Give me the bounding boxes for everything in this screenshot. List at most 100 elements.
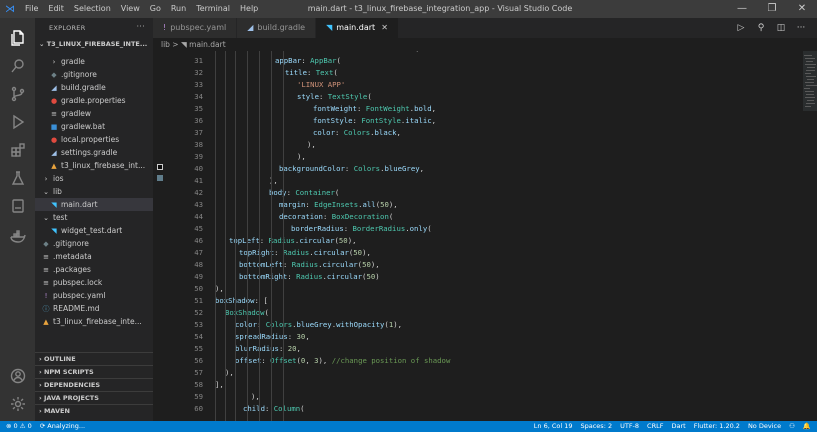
section-outline[interactable]: › OUTLINE bbox=[35, 352, 153, 365]
split-editor-icon[interactable]: ◫ bbox=[771, 18, 791, 38]
tree-item-settings-gradle[interactable]: ◢ settings.gradle bbox=[35, 146, 153, 159]
tree-item-gradlew-bat[interactable]: ■ gradlew.bat bbox=[35, 120, 153, 133]
menu-run[interactable]: Run bbox=[166, 0, 191, 18]
tree-item-main-dart[interactable]: ◥ main.dart bbox=[35, 198, 153, 211]
restore-button[interactable]: ❐ bbox=[757, 0, 787, 18]
encoding[interactable]: UTF-8 bbox=[620, 421, 639, 432]
tree-item-build-gradle[interactable]: ◢ build.gradle bbox=[35, 81, 153, 94]
feedback-icon[interactable]: ⚇ bbox=[789, 421, 795, 432]
code-line[interactable]: 47 topRight: Radius.circular(50), bbox=[153, 247, 803, 259]
code-line[interactable]: 53 color: Colors.blueGrey.withOpacity(1), bbox=[153, 319, 803, 331]
breadcrumb[interactable]: lib > ◥ main.dart bbox=[153, 38, 817, 51]
code-line[interactable]: 37 color: Colors.black, bbox=[153, 127, 803, 139]
compare-icon[interactable]: ⚲ bbox=[751, 18, 771, 38]
code-line[interactable]: 57), bbox=[153, 367, 803, 379]
code-line[interactable]: 45 borderRadius: BorderRadius.only( bbox=[153, 223, 803, 235]
code-line[interactable]: 31 appBar: AppBar( bbox=[153, 55, 803, 67]
code-line[interactable]: 36 fontStyle: FontStyle.italic, bbox=[153, 115, 803, 127]
menu-edit[interactable]: Edit bbox=[43, 0, 69, 18]
code-line[interactable]: 59), bbox=[153, 391, 803, 403]
problems-indicator[interactable]: ⊗ 0 ⚠ 0 bbox=[6, 421, 32, 432]
code-line[interactable]: 32 title: Text( bbox=[153, 67, 803, 79]
tree-item-gradlew[interactable]: ≡ gradlew bbox=[35, 107, 153, 120]
tree-item-local-properties[interactable]: ● local.properties bbox=[35, 133, 153, 146]
docker-icon[interactable] bbox=[0, 222, 35, 250]
extensions-icon[interactable] bbox=[0, 136, 35, 164]
section-java-projects[interactable]: › JAVA PROJECTS bbox=[35, 391, 153, 404]
code-line[interactable]: 46 topLeft: Radius.circular(50), bbox=[153, 235, 803, 247]
more-actions-icon[interactable]: ··· bbox=[136, 22, 145, 31]
close-icon[interactable]: ✕ bbox=[381, 23, 388, 32]
notifications-icon[interactable]: 🔔 bbox=[803, 421, 811, 432]
run-debug-icon[interactable] bbox=[0, 108, 35, 136]
remote-explorer-icon[interactable] bbox=[0, 192, 35, 220]
code-line[interactable]: 56 offset: Offset(0, 3), //change positio… bbox=[153, 355, 803, 367]
close-window-button[interactable]: ✕ bbox=[787, 0, 817, 18]
code-line[interactable]: 49 bottomRight: Radius.circular(50) bbox=[153, 271, 803, 283]
language-mode[interactable]: Dart bbox=[671, 421, 685, 432]
menu-terminal[interactable]: Terminal bbox=[191, 0, 235, 18]
search-icon[interactable] bbox=[0, 52, 35, 80]
menu-view[interactable]: View bbox=[116, 0, 145, 18]
tab-build-gradle[interactable]: ◢ build.gradle bbox=[237, 18, 317, 38]
tree-item-readme[interactable]: ⓘ README.md bbox=[35, 302, 153, 315]
section-dependencies[interactable]: › DEPENDENCIES bbox=[35, 378, 153, 391]
run-icon[interactable]: ▷ bbox=[731, 18, 751, 38]
code-line[interactable]: 40 backgroundColor: Colors.blueGrey, bbox=[153, 163, 803, 175]
line-ending[interactable]: CRLF bbox=[647, 421, 663, 432]
tree-item-pubspec-lock[interactable]: ≡ pubspec.lock bbox=[35, 276, 153, 289]
code-line[interactable]: 52 BoxShadow( bbox=[153, 307, 803, 319]
tree-item-gradle[interactable]: › gradle bbox=[35, 55, 153, 68]
project-folder-header[interactable]: ⌄ T3_LINUX_FIREBASE_INTE... bbox=[35, 38, 153, 51]
tree-item-gitignore[interactable]: ◆ .gitignore bbox=[35, 68, 153, 81]
menu-file[interactable]: File bbox=[20, 0, 43, 18]
code-line[interactable]: 54 spreadRadius: 30, bbox=[153, 331, 803, 343]
tree-item-ios[interactable]: › ios bbox=[35, 172, 153, 185]
tab-pubspec-yaml[interactable]: ! pubspec.yaml bbox=[153, 18, 238, 38]
device-selector[interactable]: No Device bbox=[748, 421, 781, 432]
tab-main-dart[interactable]: ◥ main.dart ✕ bbox=[316, 18, 399, 38]
code-line[interactable]: 42 body: Container( bbox=[153, 187, 803, 199]
code-line[interactable]: 39), bbox=[153, 151, 803, 163]
tree-item-lib[interactable]: ⌄ lib bbox=[35, 185, 153, 198]
code-editor[interactable]: 30home: Scaffold(31appBar: AppBar(32titl… bbox=[153, 51, 803, 421]
tree-item-widget-test-dart[interactable]: ◥ widget_test.dart bbox=[35, 224, 153, 237]
code-line[interactable]: 41), bbox=[153, 175, 803, 187]
account-icon[interactable] bbox=[0, 362, 35, 390]
more-actions-icon[interactable]: ··· bbox=[791, 18, 811, 38]
code-line[interactable]: 35 fontWeight: FontWeight.bold, bbox=[153, 103, 803, 115]
code-line[interactable]: 58], bbox=[153, 379, 803, 391]
minimap[interactable] bbox=[803, 51, 817, 421]
tree-item-gitignore-root[interactable]: ◆ .gitignore bbox=[35, 237, 153, 250]
section-npm-scripts[interactable]: › NPM SCRIPTS bbox=[35, 365, 153, 378]
code-line[interactable]: 60 child: Column( bbox=[153, 403, 803, 415]
indentation[interactable]: Spaces: 2 bbox=[581, 421, 613, 432]
menu-help[interactable]: Help bbox=[235, 0, 263, 18]
tree-item-gradle-properties[interactable]: ● gradle.properties bbox=[35, 94, 153, 107]
tree-item-packages[interactable]: ≡ .packages bbox=[35, 263, 153, 276]
minimize-button[interactable]: — bbox=[727, 0, 757, 18]
code-line[interactable]: 55 blurRadius: 20, bbox=[153, 343, 803, 355]
testing-icon[interactable] bbox=[0, 164, 35, 192]
code-line[interactable]: 50), bbox=[153, 283, 803, 295]
code-line[interactable]: 33 'LINUX APP' bbox=[153, 79, 803, 91]
section-maven[interactable]: › MAVEN bbox=[35, 404, 153, 417]
tree-item-iml-root[interactable]: ▲ t3_linux_firebase_inte... bbox=[35, 315, 153, 328]
source-control-icon[interactable] bbox=[0, 80, 35, 108]
menu-go[interactable]: Go bbox=[145, 0, 166, 18]
flutter-version[interactable]: Flutter: 1.20.2 bbox=[694, 421, 740, 432]
explorer-icon[interactable] bbox=[0, 24, 35, 52]
code-line[interactable]: 44 decoration: BoxDecoration( bbox=[153, 211, 803, 223]
tree-item-test[interactable]: ⌄ test bbox=[35, 211, 153, 224]
code-line[interactable]: 51boxShadow: [ bbox=[153, 295, 803, 307]
code-line[interactable]: 43 margin: EdgeInsets.all(50), bbox=[153, 199, 803, 211]
menu-selection[interactable]: Selection bbox=[69, 0, 116, 18]
cursor-position[interactable]: Ln 6, Col 19 bbox=[534, 421, 573, 432]
tree-item-pubspec-yaml[interactable]: ! pubspec.yaml bbox=[35, 289, 153, 302]
code-line[interactable]: 48 bottomLeft: Radius.circular(50), bbox=[153, 259, 803, 271]
tree-item-iml-file[interactable]: ▲ t3_linux_firebase_int... bbox=[35, 159, 153, 172]
code-line[interactable]: 34 style: TextStyle( bbox=[153, 91, 803, 103]
code-line[interactable]: 38), bbox=[153, 139, 803, 151]
tree-item-metadata[interactable]: ≡ .metadata bbox=[35, 250, 153, 263]
gear-icon[interactable] bbox=[0, 390, 35, 418]
